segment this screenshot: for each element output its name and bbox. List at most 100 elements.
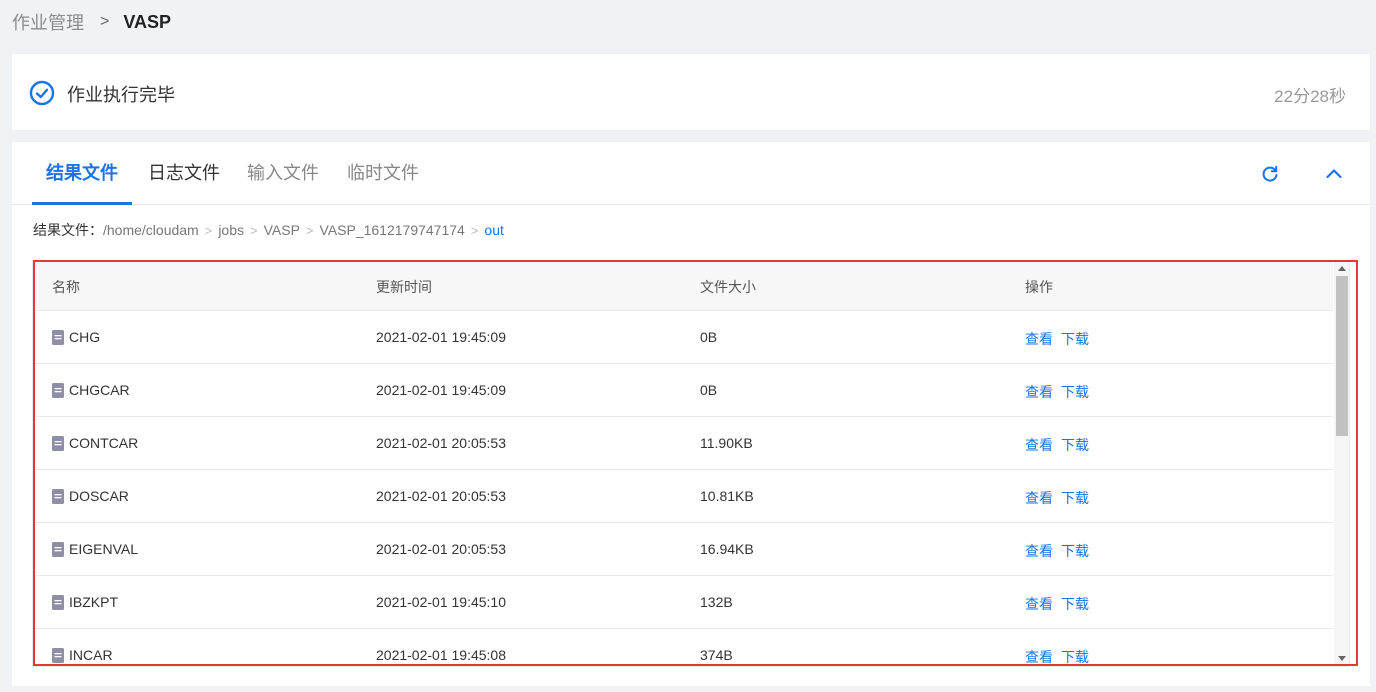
file-name-cell: IBZKPT: [52, 594, 118, 610]
breadcrumb-parent[interactable]: 作业管理: [12, 9, 84, 35]
file-actions: 查看 下载: [1025, 647, 1097, 666]
file-icon: [52, 382, 64, 398]
download-link[interactable]: 下载: [1061, 384, 1089, 400]
job-elapsed-time: 22分28秒: [1274, 87, 1346, 106]
breadcrumb-current: VASP: [123, 11, 172, 32]
file-time: 2021-02-01 19:45:10: [376, 594, 506, 610]
file-name-cell: CHG: [52, 329, 100, 345]
file-name-cell: EIGENVAL: [52, 541, 138, 557]
view-link[interactable]: 查看: [1025, 384, 1053, 400]
table-row: DOSCAR 2021-02-01 20:05:53 10.81KB 查看 下载: [33, 470, 1333, 523]
download-link[interactable]: 下载: [1061, 543, 1089, 559]
file-size: 10.81KB: [700, 488, 754, 504]
file-name: CHGCAR: [69, 382, 130, 398]
tab-input-files[interactable]: 输入文件: [247, 142, 319, 205]
file-name-cell: CHGCAR: [52, 382, 130, 398]
table-row: CHGCAR 2021-02-01 19:45:09 0B 查看 下载: [33, 364, 1333, 417]
chevron-right-icon: >: [204, 222, 213, 238]
file-name-cell: CONTCAR: [52, 435, 138, 451]
tab-result-files[interactable]: 结果文件: [32, 142, 132, 205]
file-path: 结果文件： /home/cloudam > jobs > VASP > VASP…: [33, 220, 504, 240]
breadcrumb: 作业管理 > VASP: [12, 10, 171, 34]
file-time: 2021-02-01 20:05:53: [376, 541, 506, 557]
view-link[interactable]: 查看: [1025, 596, 1053, 612]
file-icon: [52, 329, 64, 345]
table-header: 名称 更新时间 文件大小 操作: [33, 261, 1333, 311]
chevron-right-icon: >: [470, 222, 479, 238]
file-actions: 查看 下载: [1025, 541, 1097, 561]
scroll-up-arrow-icon[interactable]: [1338, 266, 1346, 271]
chevron-up-icon[interactable]: [1324, 164, 1344, 184]
file-name: DOSCAR: [69, 488, 129, 504]
chevron-right-icon: >: [305, 222, 314, 238]
tab-log-files[interactable]: 日志文件: [148, 142, 220, 205]
table-row: EIGENVAL 2021-02-01 20:05:53 16.94KB 查看下…: [33, 523, 1333, 576]
file-name-cell: INCAR: [52, 647, 113, 663]
job-status-card: 作业执行完毕 22分28秒: [12, 54, 1370, 130]
path-segment[interactable]: jobs: [218, 222, 244, 238]
file-name: IBZKPT: [69, 594, 119, 610]
file-time: 2021-02-01 19:45:09: [376, 382, 506, 398]
refresh-icon[interactable]: [1260, 164, 1280, 184]
file-actions: 查看 下载: [1025, 594, 1097, 614]
scroll-down-arrow-icon[interactable]: [1338, 656, 1346, 661]
path-label: 结果文件：: [33, 222, 103, 238]
header-file-size: 文件大小: [700, 279, 756, 295]
file-size: 0B: [700, 329, 718, 345]
file-actions: 查看 下载: [1025, 488, 1097, 508]
file-name: INCAR: [69, 647, 113, 663]
path-segment-current: out: [484, 222, 504, 238]
file-time: 2021-02-01 20:05:53: [376, 435, 506, 451]
file-tabs: 结果文件 日志文件 输入文件 临时文件: [12, 142, 1370, 205]
file-time: 2021-02-01 19:45:09: [376, 329, 506, 345]
header-name: 名称: [52, 279, 80, 295]
file-icon: [52, 435, 64, 451]
path-segment[interactable]: VASP_1612179747174: [320, 222, 465, 238]
file-size: 132B: [700, 594, 733, 610]
view-link[interactable]: 查看: [1025, 331, 1053, 347]
file-actions: 查看 下载: [1025, 329, 1097, 349]
file-size: 374B: [700, 647, 733, 663]
breadcrumb-separator: >: [100, 13, 110, 30]
file-icon: [52, 594, 64, 610]
chevron-right-icon: >: [250, 222, 258, 238]
download-link[interactable]: 下载: [1061, 331, 1089, 347]
view-link[interactable]: 查看: [1025, 543, 1053, 559]
path-segment[interactable]: VASP: [264, 222, 300, 238]
download-link[interactable]: 下载: [1061, 649, 1089, 665]
file-name: CHG: [69, 329, 101, 345]
file-time: 2021-02-01 19:45:08: [376, 647, 506, 663]
file-actions: 查看 下载: [1025, 382, 1097, 402]
view-link[interactable]: 查看: [1025, 437, 1053, 453]
table-row: CONTCAR 2021-02-01 20:05:53 11.90KB 查看 下载: [33, 417, 1333, 470]
view-link[interactable]: 查看: [1025, 649, 1053, 665]
file-icon: [52, 541, 64, 557]
file-icon: [52, 488, 64, 504]
view-link[interactable]: 查看: [1025, 490, 1053, 506]
file-size: 11.90KB: [700, 435, 753, 451]
scroll-thumb[interactable]: [1336, 276, 1348, 436]
download-link[interactable]: 下载: [1061, 596, 1089, 612]
files-panel: 结果文件 日志文件 输入文件 临时文件 结果文件： /home/cloudam …: [12, 142, 1370, 686]
job-status-text: 作业执行完毕: [67, 85, 175, 105]
table-row: CHG 2021-02-01 19:45:09 0B 查看 下载: [33, 311, 1333, 364]
file-time: 2021-02-01 20:05:53: [376, 488, 506, 504]
path-segment[interactable]: /home/cloudam: [103, 222, 199, 238]
table-scrollbar[interactable]: [1334, 261, 1349, 666]
tab-temp-files[interactable]: 临时文件: [347, 142, 419, 205]
file-icon: [52, 647, 64, 663]
file-table: 名称 更新时间 文件大小 操作 CHG 2021-02-01 19:45:09 …: [32, 260, 1350, 667]
check-circle-icon: [29, 80, 55, 106]
table-row: INCAR 2021-02-01 19:45:08 374B 查看 下载: [33, 629, 1333, 666]
file-name-cell: DOSCAR: [52, 488, 129, 504]
download-link[interactable]: 下载: [1061, 490, 1089, 506]
file-actions: 查看 下载: [1025, 435, 1097, 455]
download-link[interactable]: 下载: [1061, 437, 1089, 453]
file-name: EIGENVAL: [69, 541, 138, 557]
header-actions: 操作: [1025, 279, 1053, 295]
file-size: 16.94KB: [700, 541, 754, 557]
file-size: 0B: [700, 382, 718, 398]
header-updated-time: 更新时间: [376, 279, 432, 295]
table-row: IBZKPT 2021-02-01 19:45:10 132B 查看 下载: [33, 576, 1333, 629]
file-name: CONTCAR: [69, 435, 139, 451]
